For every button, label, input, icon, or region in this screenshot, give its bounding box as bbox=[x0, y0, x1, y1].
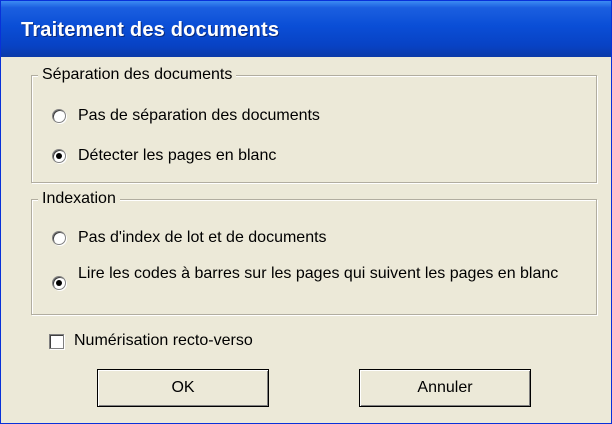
radio-option-detect-blank-pages[interactable]: Détecter les pages en blanc bbox=[52, 146, 276, 166]
radio-option-no-index[interactable]: Pas d'index de lot et de documents bbox=[52, 228, 327, 248]
radio-button[interactable] bbox=[52, 231, 66, 245]
radio-option-no-separation[interactable]: Pas de séparation des documents bbox=[52, 106, 320, 126]
radio-option-read-barcodes[interactable]: Lire les codes à barres sur les pages qu… bbox=[52, 264, 568, 290]
radio-button[interactable] bbox=[52, 109, 66, 123]
radio-button-selected[interactable] bbox=[52, 149, 66, 163]
indexation-groupbox: Indexation Pas d'index de lot et de docu… bbox=[31, 189, 597, 315]
duplex-checkbox-option[interactable]: Numérisation recto-verso bbox=[49, 331, 253, 351]
window-title: Traitement des documents bbox=[21, 19, 280, 41]
radio-label: Détecter les pages en blanc bbox=[78, 147, 277, 164]
ok-button[interactable]: OK bbox=[97, 369, 269, 407]
radio-label: Lire les codes à barres sur les pages qu… bbox=[78, 265, 559, 282]
duplex-checkbox[interactable] bbox=[49, 334, 64, 349]
radio-label: Pas de séparation des documents bbox=[78, 107, 320, 124]
title-bar[interactable]: Traitement des documents bbox=[1, 1, 611, 57]
radio-label: Pas d'index de lot et de documents bbox=[78, 229, 327, 246]
separation-legend: Séparation des documents bbox=[38, 65, 237, 85]
checkbox-label: Numérisation recto-verso bbox=[74, 332, 253, 349]
separation-groupbox: Séparation des documents Pas de séparati… bbox=[31, 65, 597, 183]
dialog-window: Traitement des documents Séparation des … bbox=[0, 0, 612, 424]
indexation-legend: Indexation bbox=[38, 189, 120, 209]
cancel-button[interactable]: Annuler bbox=[359, 369, 531, 407]
radio-button-selected[interactable] bbox=[52, 276, 66, 290]
